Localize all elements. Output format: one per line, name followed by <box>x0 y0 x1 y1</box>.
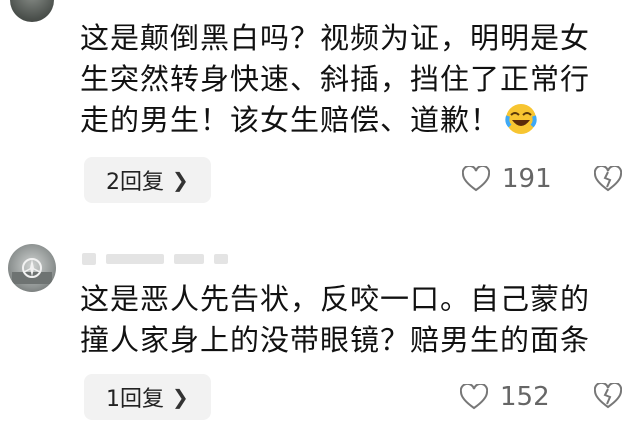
heart-outline-icon <box>462 166 490 192</box>
broken-heart-icon <box>593 381 623 409</box>
dislike-button[interactable] <box>593 381 623 413</box>
dislike-button[interactable] <box>593 164 623 196</box>
reply-label: 2回复 <box>106 170 164 195</box>
avatar[interactable] <box>10 0 54 22</box>
username[interactable] <box>82 253 228 265</box>
comment-text: 这是恶人先告状，反咬一口。自己蒙的 撞人家身上的没带眼镜？赔男生的面条 <box>80 282 591 357</box>
chevron-right-icon: ❯ <box>172 385 189 409</box>
comment-text: 这是颠倒黑白吗？视频为证，明明是女 生突然转身快速、斜插，挡住了正常行 走的男生… <box>80 21 591 137</box>
avatar[interactable] <box>8 244 56 292</box>
like-count: 191 <box>502 164 552 194</box>
like-count: 152 <box>500 382 550 412</box>
like-button[interactable]: 152 <box>460 382 550 412</box>
like-button[interactable]: 191 <box>462 164 552 194</box>
reply-label: 1回复 <box>106 387 164 412</box>
reply-button[interactable]: 1回复 ❯ <box>84 374 211 420</box>
chevron-right-icon: ❯ <box>172 168 189 192</box>
heart-outline-icon <box>460 384 488 410</box>
reply-button[interactable]: 2回复 ❯ <box>84 157 211 203</box>
car-logo-icon <box>12 258 52 284</box>
laughing-crying-emoji-icon <box>505 104 537 134</box>
broken-heart-icon <box>593 164 623 192</box>
